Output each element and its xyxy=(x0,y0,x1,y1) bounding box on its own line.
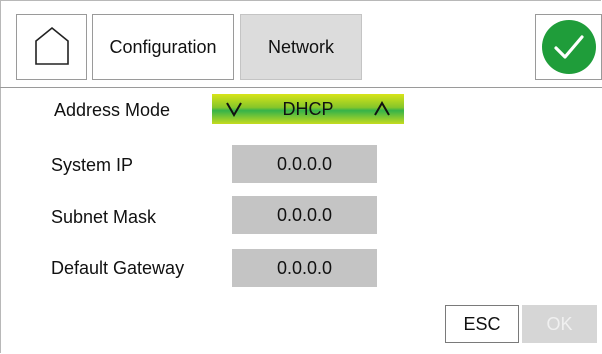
network-breadcrumb-button[interactable]: Network xyxy=(240,14,362,80)
system-ip-label: System IP xyxy=(51,155,134,175)
default-gateway-field[interactable]: 0.0.0.0 xyxy=(232,249,377,287)
home-button[interactable] xyxy=(16,14,87,80)
address-mode-value: DHCP xyxy=(282,98,334,119)
chevron-down-icon[interactable] xyxy=(222,97,246,121)
system-ip-field[interactable]: 0.0.0.0 xyxy=(232,145,377,183)
subnet-mask-field[interactable]: 0.0.0.0 xyxy=(232,196,377,234)
home-icon xyxy=(31,24,73,71)
checkmark-icon xyxy=(541,20,596,74)
ok-button[interactable]: OK xyxy=(522,305,597,343)
configuration-label: Configuration xyxy=(109,36,217,57)
network-label: Network xyxy=(267,36,334,57)
address-mode-selector[interactable]: DHCP xyxy=(212,94,404,124)
default-gateway-label: Default Gateway xyxy=(51,258,185,278)
confirm-button[interactable] xyxy=(535,14,602,80)
subnet-mask-label: Subnet Mask xyxy=(51,207,157,227)
top-bar: Configuration Network xyxy=(0,0,602,88)
chevron-up-icon[interactable] xyxy=(370,97,394,121)
esc-button[interactable]: ESC xyxy=(445,305,519,343)
configuration-breadcrumb-button[interactable]: Configuration xyxy=(92,14,234,80)
address-mode-label: Address Mode xyxy=(54,100,171,120)
